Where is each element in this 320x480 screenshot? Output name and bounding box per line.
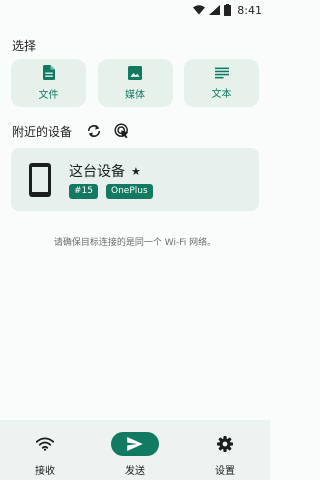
select-text-label: 文本 <box>211 88 232 100</box>
select-file-button[interactable]: 文件 <box>11 59 86 107</box>
touch-scan-icon <box>114 123 129 139</box>
bottom-navigation: 接收 发送 设置 <box>0 420 270 480</box>
send-icon <box>127 437 143 451</box>
scan-button[interactable] <box>114 123 130 139</box>
device-brand-tag: OnePlus <box>106 184 153 199</box>
device-name-row: 这台设备 ★ <box>69 161 141 181</box>
select-media-label: 媒体 <box>125 89 145 101</box>
refresh-button[interactable] <box>86 124 102 138</box>
nav-receive[interactable]: 接收 <box>5 420 85 477</box>
select-media-button[interactable]: 媒体 <box>97 59 173 107</box>
status-time: 8:41 <box>237 3 262 17</box>
smartphone-icon <box>29 163 51 197</box>
device-port-tag: #15 <box>69 184 98 199</box>
image-icon <box>128 65 142 80</box>
star-icon: ★ <box>131 164 141 178</box>
refresh-icon <box>87 125 101 137</box>
file-icon <box>42 65 55 80</box>
nav-settings-icon-wrap <box>201 432 249 456</box>
nav-settings[interactable]: 设置 <box>185 420 265 477</box>
device-card[interactable]: 这台设备 ★ #15 OnePlus <box>11 148 259 211</box>
wifi-icon <box>36 437 54 451</box>
nearby-header: 附近的设备 <box>12 122 130 140</box>
wifi-signal-icon <box>193 5 206 15</box>
cell-signal-icon <box>209 5 221 15</box>
nav-receive-label: 接收 <box>35 466 55 477</box>
device-name: 这台设备 <box>69 164 125 180</box>
nav-send-icon-wrap <box>111 432 159 456</box>
select-options: 文件 媒体 文本 <box>11 59 259 107</box>
select-section-title: 选择 <box>12 39 37 53</box>
nav-settings-label: 设置 <box>215 466 235 477</box>
nav-send-label: 发送 <box>125 466 145 477</box>
select-text-button[interactable]: 文本 <box>184 59 259 107</box>
nav-send[interactable]: 发送 <box>95 420 175 477</box>
device-tags: #15 OnePlus <box>69 184 153 199</box>
select-file-label: 文件 <box>38 90 59 101</box>
network-hint: 请确保目标连接的是同一个 Wi-Fi 网络。 <box>53 238 217 248</box>
battery-icon <box>224 4 232 16</box>
nearby-section-title: 附近的设备 <box>12 124 73 139</box>
gear-icon <box>217 436 233 452</box>
text-icon <box>214 67 229 78</box>
status-bar: 8:41 <box>0 0 270 20</box>
nav-receive-icon-wrap <box>21 432 69 456</box>
